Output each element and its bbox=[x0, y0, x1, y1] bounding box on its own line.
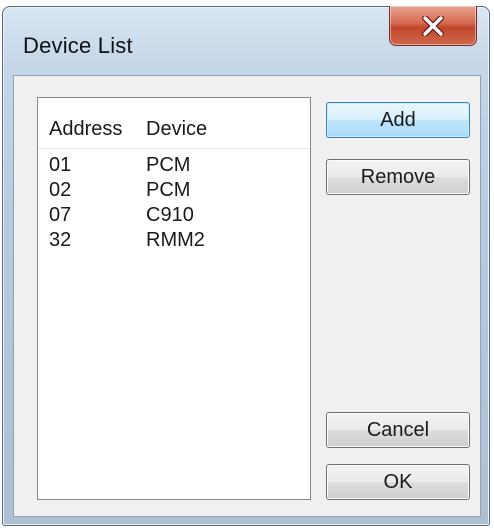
dialog-title: Device List bbox=[23, 33, 133, 58]
device-listview[interactable]: Address Device 01 PCM 02 PCM 07 C910 32 bbox=[37, 97, 311, 500]
device-list-dialog: Device List Address Device 01 PCM 02 PCM… bbox=[2, 6, 490, 526]
list-item-device: PCM bbox=[146, 179, 191, 201]
dialog-client-area: Address Device 01 PCM 02 PCM 07 C910 32 bbox=[13, 75, 481, 517]
list-item-address: 02 bbox=[49, 179, 72, 201]
cancel-button[interactable]: Cancel bbox=[326, 412, 470, 448]
list-item-device: C910 bbox=[146, 204, 194, 226]
remove-button[interactable]: Remove bbox=[326, 159, 470, 195]
list-item-address: 32 bbox=[49, 229, 72, 251]
list-item-address: 07 bbox=[49, 204, 72, 226]
close-button[interactable] bbox=[389, 6, 477, 46]
column-header-address[interactable]: Address bbox=[49, 118, 122, 141]
list-item-address: 01 bbox=[49, 154, 72, 176]
ok-button[interactable]: OK bbox=[326, 464, 470, 500]
list-item[interactable]: 07 C910 bbox=[38, 204, 310, 229]
list-item[interactable]: 01 PCM bbox=[38, 154, 310, 179]
list-item-device: PCM bbox=[146, 154, 191, 176]
title-bar[interactable]: Device List bbox=[3, 6, 489, 75]
list-rows: 01 PCM 02 PCM 07 C910 32 RMM2 bbox=[38, 154, 310, 254]
list-header: Address Device bbox=[38, 98, 310, 149]
list-item-device: RMM2 bbox=[146, 229, 205, 251]
add-button[interactable]: Add bbox=[326, 102, 470, 138]
close-x-icon bbox=[422, 15, 444, 36]
list-item[interactable]: 02 PCM bbox=[38, 179, 310, 204]
column-header-device[interactable]: Device bbox=[146, 118, 207, 141]
list-item[interactable]: 32 RMM2 bbox=[38, 229, 310, 254]
